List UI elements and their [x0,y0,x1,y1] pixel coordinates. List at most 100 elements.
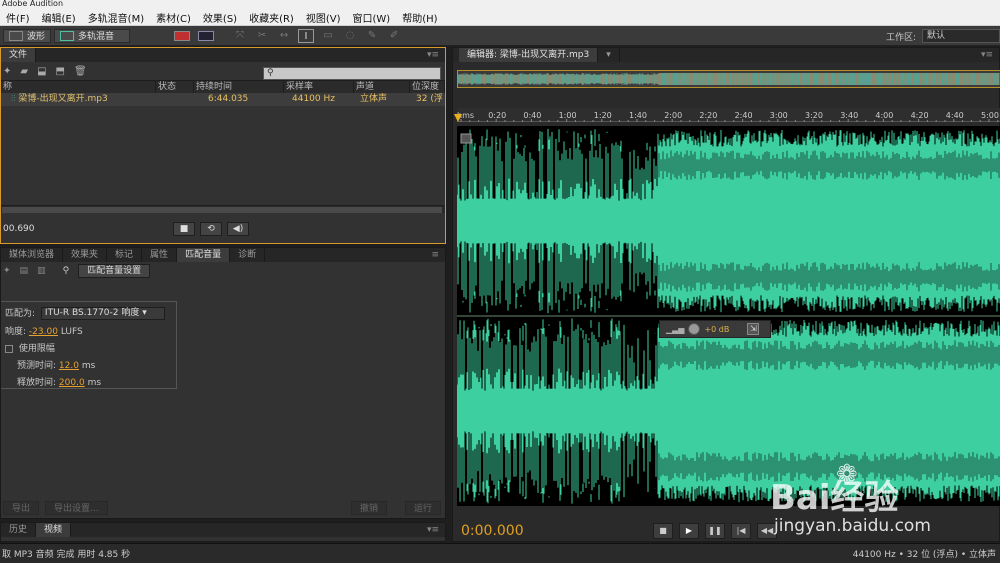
lookahead-unit: ms [81,361,96,371]
use-limit-checkbox[interactable] [5,344,13,353]
tab-video[interactable]: 视频 [36,523,72,537]
rewind-icon[interactable]: ◀◀ [757,522,777,539]
panel-menu-icon[interactable]: ▾≡ [427,523,445,537]
panel-menu-icon[interactable]: ▾≡ [427,48,445,62]
lookahead-value[interactable]: 12.0 [59,361,79,371]
delete-icon[interactable]: 🗑 [74,66,87,77]
time-ruler[interactable]: hms 0:20 0:40 1:00 1:20 1:40 2:00 2:20 2:40 3:00 3… [457,108,1000,122]
waveform-label: 波形 [27,32,46,42]
menu-view[interactable]: 视图(V) [300,10,347,25]
healing-tool-icon[interactable]: ✐ [386,29,402,43]
ruler-label: 5:00 [981,111,999,120]
tab-history[interactable]: 历史 [1,523,37,537]
gain-hud[interactable]: ▁▃▅ +0 dB ⇲ [659,320,771,338]
col-duration[interactable]: 持续时间 [194,81,284,93]
col-bit-depth[interactable]: 位深度 [410,81,445,93]
go-to-start-icon[interactable]: |◀ [731,522,751,539]
editor-tabbar: 编辑器: 梁博-出现又离开.mp3 ▾ ▾≡ [453,48,999,62]
brush-tool-icon[interactable]: ✎ [364,29,380,43]
waveform-svg [457,126,1000,506]
ruler-label: 4:40 [946,111,964,120]
release-unit: ms [87,378,102,388]
transport-bar: 0:00.000 ■ ▶ ❚❚ |◀ ◀◀ [453,518,1000,543]
multitrack-label: 多轨混音 [78,32,115,42]
menu-favorites[interactable]: 收藏夹(R) [243,10,300,25]
use-limit-label: 使用限幅 [18,344,55,354]
waveform-display[interactable]: ▁▃▅ +0 dB ⇲ [457,126,1000,506]
gain-knob[interactable] [688,323,701,335]
tab-media-browser[interactable]: 媒体浏览器 [1,248,64,262]
time-selection-tool-icon[interactable]: I [298,28,315,43]
menu-file[interactable]: 件(F) [0,10,36,25]
zoom-corner-icon[interactable] [460,133,472,144]
slip-tool-icon[interactable]: ↔ [276,29,292,43]
scan-icon[interactable]: ⚲ [63,266,70,276]
audio-file-icon: ⫶⫶ [11,94,16,104]
tab-effects-favorites[interactable]: 效果夹 [63,248,108,262]
move-tool-icon[interactable]: ⤧ [232,29,248,43]
stop-icon[interactable]: ■ [653,522,673,539]
spectral-pitch-icon[interactable] [198,30,215,41]
col-status[interactable]: 状态 [156,81,194,93]
multitrack-view-button[interactable]: 多轨混音 [54,28,131,43]
duplicate-icon[interactable]: ▥ [37,266,46,276]
files-horizontal-scrollbar[interactable] [1,205,445,213]
import-icon[interactable]: ⬓ [37,66,46,77]
auto-play-icon[interactable]: ◀) [227,222,249,236]
waveform-overview[interactable] [457,70,1000,88]
workspace-select[interactable]: 默认 [922,29,1000,43]
window-title: Adobe Audition [0,0,1000,9]
tab-markers[interactable]: 标记 [107,248,143,262]
match-settings-button[interactable]: 匹配音量设置 [78,264,151,278]
files-search-input[interactable]: ⚲ [263,67,441,80]
remove-icon[interactable]: ▤ [20,266,29,276]
match-footer: 导出 导出设置... 撤销 运行 [1,500,445,516]
tab-diagnostics[interactable]: 诊断 [230,248,266,262]
tab-files[interactable]: 文件 [1,48,37,62]
match-to-select[interactable]: ITU-R BS.1770-2 响度 ▾ [40,307,165,320]
col-channels[interactable]: 声道 [354,81,410,93]
table-row[interactable]: ⫶⫶ 梁博-出现又离开.mp3 6:44.035 44100 Hz 立体声 32… [1,93,445,106]
cancel-button[interactable]: 撤销 [350,501,387,515]
tab-editor[interactable]: 编辑器: 梁博-出现又离开.mp3 [459,48,599,62]
spectral-frequency-icon[interactable] [174,30,191,41]
stop-preview-icon[interactable]: ■ [173,222,195,236]
files-panel: 文件 ▾≡ ✦ ▰ ⬓ ⬒ 🗑 ⚲ 称 状态 持续时间 采样率 声道 位深度 ⫶… [0,47,446,244]
lasso-tool-icon[interactable]: ◌ [342,29,358,43]
hud-pin-icon[interactable]: ⇲ [747,323,760,335]
panel-menu-icon[interactable]: ≡ [431,248,445,262]
marquee-tool-icon[interactable]: ▭ [320,29,336,43]
col-sample-rate[interactable]: 采样率 [284,81,354,93]
razor-tool-icon[interactable]: ✂ [254,29,270,43]
waveform-view-button[interactable]: 波形 [3,28,52,43]
tab-match-volume[interactable]: 匹配音量 [177,248,231,262]
menu-effects[interactable]: 效果(S) [197,10,243,25]
insert-icon[interactable]: ⬒ [56,66,65,77]
loudness-value[interactable]: -23.00 [29,327,58,337]
menu-multitrack[interactable]: 多轨混音(M) [82,10,150,25]
release-value[interactable]: 200.0 [59,378,85,388]
run-button[interactable]: 运行 [404,501,441,515]
new-file-icon[interactable]: ✦ [3,66,11,77]
menu-edit[interactable]: 编辑(E) [36,10,82,25]
file-sample-rate: 44100 Hz [292,94,335,104]
col-name[interactable]: 称 [1,81,156,93]
menu-window[interactable]: 窗口(W) [347,10,397,25]
loop-preview-icon[interactable]: ⟲ [200,222,222,236]
ruler-label: 2:40 [735,111,753,120]
export-settings-button[interactable]: 导出设置... [45,501,108,515]
menu-help[interactable]: 帮助(H) [396,10,443,25]
menu-bar: 件(F) 编辑(E) 多轨混音(M) 素材(C) 效果(S) 收藏夹(R) 视图… [0,9,1000,26]
panel-menu-icon[interactable]: ▾≡ [981,48,999,62]
ruler-svg: hms 0:20 0:40 1:00 1:20 1:40 2:00 2:20 2:40 3:00 3… [457,111,999,122]
menu-clip[interactable]: 素材(C) [150,10,197,25]
editor-file-dropdown-icon[interactable]: ▾ [598,48,620,62]
add-files-icon[interactable]: ✦ [3,266,11,276]
export-button[interactable]: 导出 [3,501,40,515]
tab-properties[interactable]: 属性 [142,248,178,262]
bottom-tabbar: 历史 视频 ▾≡ [1,523,445,537]
pause-icon[interactable]: ❚❚ [705,522,725,539]
overview-bars [457,73,1000,85]
open-folder-icon[interactable]: ▰ [20,66,28,77]
play-icon[interactable]: ▶ [679,522,699,539]
